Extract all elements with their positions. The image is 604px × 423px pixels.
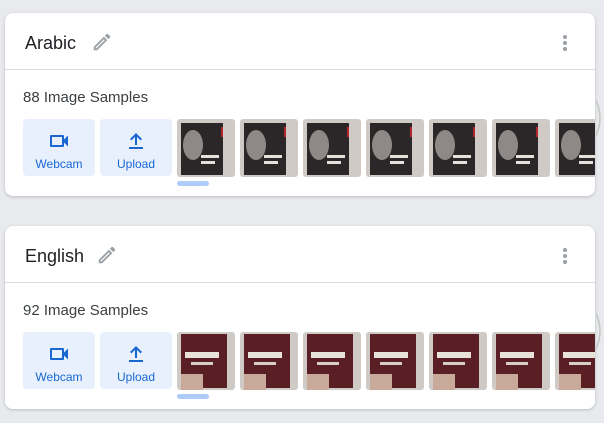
class-name[interactable]: Arabic [25, 33, 76, 54]
upload-label: Upload [116, 157, 156, 171]
pencil-icon[interactable] [96, 244, 118, 266]
class-card-header: English [5, 226, 595, 283]
samples-count: 88 Image Samples [23, 89, 149, 106]
webcam-button[interactable]: Webcam [23, 119, 95, 176]
sample-thumbnail[interactable] [366, 332, 424, 390]
upload-button[interactable]: Upload [100, 332, 172, 389]
webcam-label: Webcam [35, 370, 83, 384]
sample-thumbnail[interactable] [366, 119, 424, 177]
thumbnails-scrollbar[interactable] [177, 394, 209, 399]
class-name[interactable]: English [25, 246, 84, 267]
upload-label: Upload [116, 370, 156, 384]
videocam-icon [50, 135, 68, 147]
sample-thumbnail[interactable] [240, 119, 298, 177]
scroll-edge-indicator [596, 312, 601, 350]
sample-thumbnail[interactable] [492, 119, 550, 177]
sample-thumbnail[interactable] [555, 332, 595, 390]
sample-thumbnails [177, 332, 595, 390]
upload-icon [129, 133, 143, 149]
sample-thumbnails [177, 119, 595, 177]
sample-thumbnail[interactable] [177, 119, 235, 177]
thumbnails-scrollbar[interactable] [177, 181, 209, 186]
sample-thumbnail[interactable] [240, 332, 298, 390]
sample-thumbnail[interactable] [177, 332, 235, 390]
upload-button[interactable]: Upload [100, 119, 172, 176]
webcam-button[interactable]: Webcam [23, 332, 95, 389]
class-card-header: Arabic [5, 13, 595, 70]
pencil-icon[interactable] [91, 31, 113, 53]
upload-icon [129, 346, 143, 362]
more-vert-icon[interactable] [555, 33, 575, 53]
class-card-english: English 92 Image Samples Webcam Upload [5, 226, 595, 409]
scroll-edge-indicator [596, 99, 601, 137]
videocam-icon [50, 348, 68, 360]
class-card-arabic: Arabic 88 Image Samples Webcam Upload [5, 13, 595, 196]
webcam-label: Webcam [35, 157, 83, 171]
sample-thumbnail[interactable] [555, 119, 595, 177]
sample-thumbnail[interactable] [429, 332, 487, 390]
more-vert-icon[interactable] [555, 246, 575, 266]
samples-count: 92 Image Samples [23, 302, 149, 319]
sample-thumbnail[interactable] [303, 119, 361, 177]
sample-thumbnail[interactable] [492, 332, 550, 390]
sample-thumbnail[interactable] [429, 119, 487, 177]
sample-thumbnail[interactable] [303, 332, 361, 390]
